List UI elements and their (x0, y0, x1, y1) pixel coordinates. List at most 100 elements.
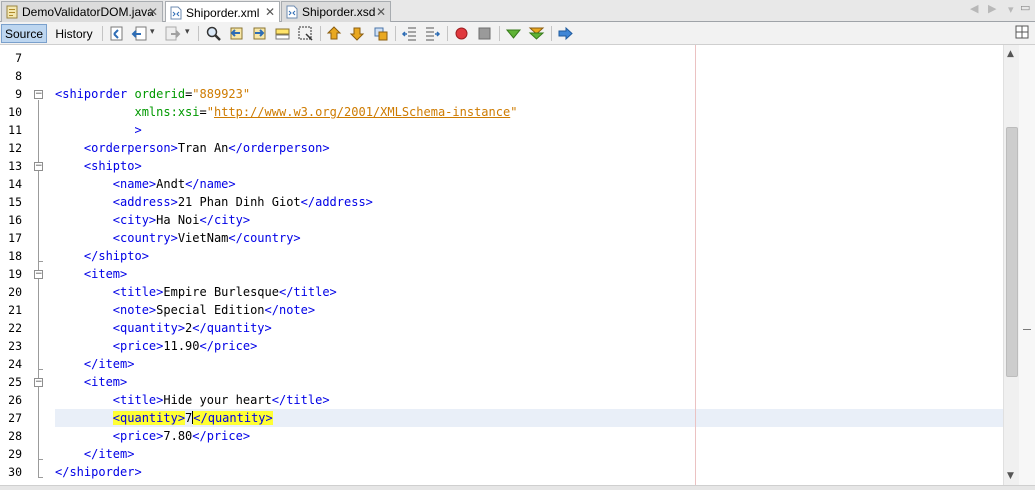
xml-attribute-value-quote: " (510, 105, 518, 119)
xml-tag: </shipto> (83, 249, 149, 263)
forward-dropdown-icon[interactable]: ▾ (185, 26, 190, 37)
tab-shiporder-xsd[interactable]: Shiporder.xsd ✕ (281, 1, 391, 22)
fold-collapse-icon[interactable]: − (34, 378, 43, 387)
tab-demovalidatordom-java[interactable]: DemoValidatorDOM.java ✕ (1, 1, 163, 22)
code-line-23: <price>11.90</price> (55, 337, 1003, 355)
error-stripe[interactable] (1019, 45, 1035, 485)
scroll-tabs-left-icon[interactable]: ◀ (970, 2, 978, 15)
editor-bottom-border (0, 485, 1035, 490)
xml-text: Andt (156, 177, 186, 191)
line-number: 23 (8, 339, 22, 353)
close-tab-icon[interactable]: ✕ (376, 5, 386, 19)
fold-collapse-icon[interactable]: − (34, 90, 43, 99)
fold-end-marker (38, 261, 43, 262)
code-editor[interactable]: 7 8 9 10 11 12 13 14 15 16 17 18 19 20 2… (0, 45, 1035, 485)
toolbar-separator (102, 26, 103, 41)
code-area[interactable]: <shiporder orderid="889923" xmlns:xsi="h… (55, 45, 1003, 485)
validate-xml-icon[interactable] (528, 25, 545, 42)
xml-tag: </title> (271, 393, 330, 407)
line-number: 22 (8, 321, 22, 335)
toggle-rectangular-selection-icon[interactable] (297, 25, 314, 42)
line-number: 15 (8, 195, 22, 209)
xml-text: VietNam (177, 231, 229, 245)
find-next-icon[interactable] (251, 25, 268, 42)
xsl-transformation-icon[interactable] (557, 25, 574, 42)
toggle-bookmark-icon[interactable] (372, 25, 389, 42)
shift-line-left-icon[interactable] (401, 25, 418, 42)
line-number: 18 (8, 249, 22, 263)
history-view-button[interactable]: History (51, 24, 97, 43)
xml-text: Special Edition (156, 303, 265, 317)
line-number: 10 (8, 105, 22, 119)
shift-line-right-icon[interactable] (424, 25, 441, 42)
back-icon[interactable] (131, 25, 148, 42)
close-tab-icon[interactable]: ✕ (265, 5, 275, 19)
previous-bookmark-icon[interactable] (326, 25, 343, 42)
java-file-icon (6, 5, 18, 19)
fold-collapse-icon[interactable]: − (34, 162, 43, 171)
toolbar-separator (198, 26, 199, 41)
next-bookmark-icon[interactable] (349, 25, 366, 42)
xml-tag: </orderperson> (228, 141, 330, 155)
scrollbar-thumb[interactable] (1006, 127, 1018, 377)
line-number: 28 (8, 429, 22, 443)
xml-tag: > (134, 123, 142, 137)
start-macro-recording-icon[interactable] (453, 25, 470, 42)
line-number: 30 (8, 465, 22, 479)
code-line-24: </item> (55, 355, 1003, 373)
xml-tag: <note> (112, 303, 157, 317)
code-line-13: <shipto> (55, 157, 1003, 175)
xml-text: Empire Burlesque (163, 285, 279, 299)
source-view-button[interactable]: Source (1, 24, 47, 43)
vertical-scrollbar[interactable]: ▲ ▼ (1003, 45, 1019, 485)
xml-attribute-value-quote: " (206, 105, 214, 119)
fold-guide (38, 100, 39, 460)
xml-tag: <country> (112, 231, 178, 245)
code-line-30: </shiporder> (55, 463, 1003, 481)
namespace-link[interactable]: http://www.w3.org/2001/XMLSchema-instanc… (214, 105, 510, 119)
xml-tag: </shiporder> (55, 465, 142, 479)
xml-attribute-value: "889923" (192, 87, 251, 101)
xml-text: 11.90 (163, 339, 200, 353)
xml-tag: <shiporder (55, 87, 128, 101)
stop-macro-recording-icon[interactable] (476, 25, 493, 42)
code-line-18: </shipto> (55, 247, 1003, 265)
toolbar-separator (447, 26, 448, 41)
fold-collapse-icon[interactable]: − (34, 270, 43, 279)
xml-tag: </title> (278, 285, 337, 299)
check-xml-icon[interactable] (505, 25, 522, 42)
toolbar-separator (320, 26, 321, 41)
toggle-highlight-icon[interactable] (274, 25, 291, 42)
tab-shiporder-xml[interactable]: Shiporder.xml ✕ (165, 1, 280, 23)
xml-file-icon (170, 6, 182, 20)
code-line-27-current: <quantity>7</quantity> (55, 409, 1003, 427)
xml-tag: </item> (83, 357, 135, 371)
code-line-17: <country>VietNam</country> (55, 229, 1003, 247)
xml-text: 7 (185, 411, 193, 425)
find-icon[interactable] (205, 25, 222, 42)
scroll-down-arrow-icon[interactable]: ▼ (1007, 471, 1014, 481)
scroll-tabs-right-icon[interactable]: ▶ (988, 2, 996, 15)
tab-label: DemoValidatorDOM.java (22, 5, 154, 19)
toolbar-separator (499, 26, 500, 41)
line-number: 7 (15, 51, 22, 65)
line-number: 24 (8, 357, 22, 371)
find-previous-icon[interactable] (228, 25, 245, 42)
close-tab-icon[interactable]: ✕ (148, 5, 158, 19)
back-dropdown-icon[interactable]: ▾ (150, 26, 155, 37)
scroll-up-arrow-icon[interactable]: ▲ (1007, 49, 1014, 59)
restore-window-icon[interactable]: ▭ (1020, 1, 1030, 14)
forward-icon[interactable] (164, 25, 181, 42)
split-editor-icon[interactable] (1015, 25, 1029, 39)
fold-end-marker (38, 369, 43, 370)
xml-tag: </quantity> (192, 321, 272, 335)
xml-tag: <name> (112, 177, 157, 191)
line-number: 8 (15, 69, 22, 83)
xml-text: Ha Noi (156, 213, 200, 227)
xml-tag: <shipto> (83, 159, 142, 173)
show-opened-documents-icon[interactable]: ▾ (1008, 3, 1014, 16)
toolbar-separator (551, 26, 552, 41)
last-edit-icon[interactable] (108, 25, 125, 42)
line-number: 21 (8, 303, 22, 317)
